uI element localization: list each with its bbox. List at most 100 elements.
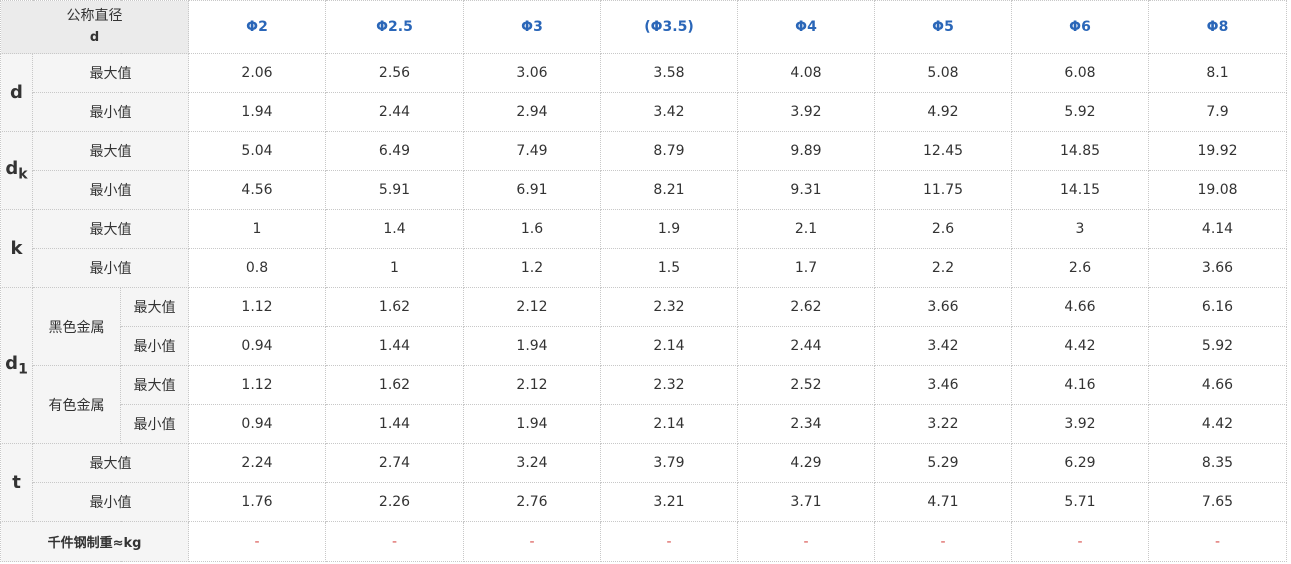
dimension-table: 公称直径 d Φ2 Φ2.5 Φ3 (Φ3.5) Φ4 Φ5 Φ6 Φ8 d 最大… bbox=[0, 0, 1287, 562]
value-cell: 2.2 bbox=[874, 248, 1012, 288]
value-cell: 4.42 bbox=[1011, 326, 1149, 366]
value-cell: 2.52 bbox=[737, 365, 875, 405]
group-label-d: d bbox=[0, 53, 33, 132]
value-cell: 2.56 bbox=[325, 53, 464, 93]
value-cell: 1.94 bbox=[463, 326, 601, 366]
value-cell: 19.92 bbox=[1148, 131, 1287, 171]
min-label: 最小值 bbox=[32, 248, 189, 288]
value-cell: 3.66 bbox=[1148, 248, 1287, 288]
value-cell: 9.31 bbox=[737, 170, 875, 210]
weight-value-cell: - bbox=[1011, 521, 1149, 562]
value-cell: 1.44 bbox=[325, 404, 464, 444]
value-cell: 8.79 bbox=[600, 131, 738, 171]
value-cell: 1.4 bbox=[325, 209, 464, 249]
column-header: Φ6 bbox=[1011, 0, 1149, 54]
group-label-dk: dk bbox=[0, 131, 33, 210]
max-label: 最大值 bbox=[32, 53, 189, 93]
value-cell: 2.76 bbox=[463, 482, 601, 522]
value-cell: 1.94 bbox=[188, 92, 326, 132]
min-label: 最小值 bbox=[120, 404, 189, 444]
value-cell: 1.44 bbox=[325, 326, 464, 366]
value-cell: 1.12 bbox=[188, 287, 326, 327]
nominal-diameter-label: 公称直径 bbox=[66, 8, 123, 24]
group-label-d1: d1 bbox=[0, 287, 33, 444]
table-row: d1 黑色金属 最大值 1.12 1.62 2.12 2.32 2.62 3.66 4.66 6.1… bbox=[0, 287, 1287, 444]
value-cell: 2.06 bbox=[188, 53, 326, 93]
value-cell: 3.24 bbox=[463, 443, 601, 483]
value-cell: 2.44 bbox=[325, 92, 464, 132]
value-cell: 4.66 bbox=[1148, 365, 1287, 405]
value-cell: 3.42 bbox=[874, 326, 1012, 366]
group-symbol: d bbox=[5, 353, 19, 375]
value-cell: 1.94 bbox=[463, 404, 601, 444]
group-symbol: d bbox=[5, 158, 19, 180]
weight-value-cell: - bbox=[463, 521, 601, 562]
value-cell: 8.1 bbox=[1148, 53, 1287, 93]
value-cell: 11.75 bbox=[874, 170, 1012, 210]
value-cell: 2.14 bbox=[600, 404, 738, 444]
value-cell: 2.94 bbox=[463, 92, 601, 132]
value-cell: 4.42 bbox=[1148, 404, 1287, 444]
min-label: 最小值 bbox=[32, 482, 189, 522]
weight-value-cell: - bbox=[1148, 521, 1287, 562]
value-cell: 14.15 bbox=[1011, 170, 1149, 210]
value-cell: 5.08 bbox=[874, 53, 1012, 93]
value-cell: 6.16 bbox=[1148, 287, 1287, 327]
table-row: d 最大值 2.06 2.56 3.06 3.58 4.08 5.08 6.08 8.1 bbox=[0, 53, 1287, 132]
value-cell: 1.62 bbox=[325, 365, 464, 405]
weight-row: 千件钢制重≈kg - - - - - - - - bbox=[0, 521, 1287, 562]
value-cell: 5.29 bbox=[874, 443, 1012, 483]
column-header: Φ3 bbox=[463, 0, 601, 54]
value-cell: 1.62 bbox=[325, 287, 464, 327]
value-cell: 1.6 bbox=[463, 209, 601, 249]
min-label: 最小值 bbox=[120, 326, 189, 366]
material-label-nonferrous: 有色金属 bbox=[32, 365, 121, 444]
value-cell: 3.46 bbox=[874, 365, 1012, 405]
column-header: Φ2 bbox=[188, 0, 326, 54]
value-cell: 2.6 bbox=[1011, 248, 1149, 288]
value-cell: 14.85 bbox=[1011, 131, 1149, 171]
table-row: t 最大值 2.24 2.74 3.24 3.79 4.29 5.29 6.29 8.35 bbox=[0, 443, 1287, 522]
value-cell: 4.16 bbox=[1011, 365, 1149, 405]
value-cell: 1 bbox=[325, 248, 464, 288]
max-label: 最大值 bbox=[32, 443, 189, 483]
value-cell: 4.66 bbox=[1011, 287, 1149, 327]
header-row: 公称直径 d Φ2 Φ2.5 Φ3 (Φ3.5) Φ4 Φ5 Φ6 Φ8 bbox=[0, 0, 1287, 54]
value-cell: 3 bbox=[1011, 209, 1149, 249]
value-cell: 5.92 bbox=[1011, 92, 1149, 132]
value-cell: 1.9 bbox=[600, 209, 738, 249]
group-label-t: t bbox=[0, 443, 33, 522]
value-cell: 2.34 bbox=[737, 404, 875, 444]
value-cell: 2.24 bbox=[188, 443, 326, 483]
value-cell: 3.71 bbox=[737, 482, 875, 522]
table-row: 最小值 4.56 5.91 6.91 8.21 9.31 11.75 14.15 19.08 bbox=[1, 170, 1287, 210]
value-cell: 2.26 bbox=[325, 482, 464, 522]
group-symbol: d bbox=[10, 82, 23, 103]
value-cell: 4.14 bbox=[1148, 209, 1287, 249]
value-cell: 8.21 bbox=[600, 170, 738, 210]
weight-value-cell: - bbox=[600, 521, 738, 562]
value-cell: 4.29 bbox=[737, 443, 875, 483]
value-cell: 1.2 bbox=[463, 248, 601, 288]
value-cell: 12.45 bbox=[874, 131, 1012, 171]
value-cell: 5.91 bbox=[325, 170, 464, 210]
value-cell: 5.04 bbox=[188, 131, 326, 171]
value-cell: 3.21 bbox=[600, 482, 738, 522]
value-cell: 3.79 bbox=[600, 443, 738, 483]
min-label: 最小值 bbox=[32, 92, 189, 132]
value-cell: 3.06 bbox=[463, 53, 601, 93]
value-cell: 2.12 bbox=[463, 287, 601, 327]
value-cell: 6.08 bbox=[1011, 53, 1149, 93]
value-cell: 5.71 bbox=[1011, 482, 1149, 522]
max-label: 最大值 bbox=[120, 365, 189, 405]
value-cell: 6.91 bbox=[463, 170, 601, 210]
nominal-diameter-header: 公称直径 d bbox=[0, 0, 189, 54]
max-label: 最大值 bbox=[32, 131, 189, 171]
value-cell: 3.92 bbox=[737, 92, 875, 132]
table-row: 有色金属 最大值 1.12 1.62 2.12 2.32 2.52 3.46 4.16 4.66 bbox=[1, 365, 1287, 444]
value-cell: 5.92 bbox=[1148, 326, 1287, 366]
nominal-diameter-symbol: d bbox=[89, 30, 100, 45]
group-symbol: t bbox=[12, 472, 21, 493]
table-row: k 最大值 1 1.4 1.6 1.9 2.1 2.6 3 4.14 bbox=[0, 209, 1287, 288]
value-cell: 2.12 bbox=[463, 365, 601, 405]
